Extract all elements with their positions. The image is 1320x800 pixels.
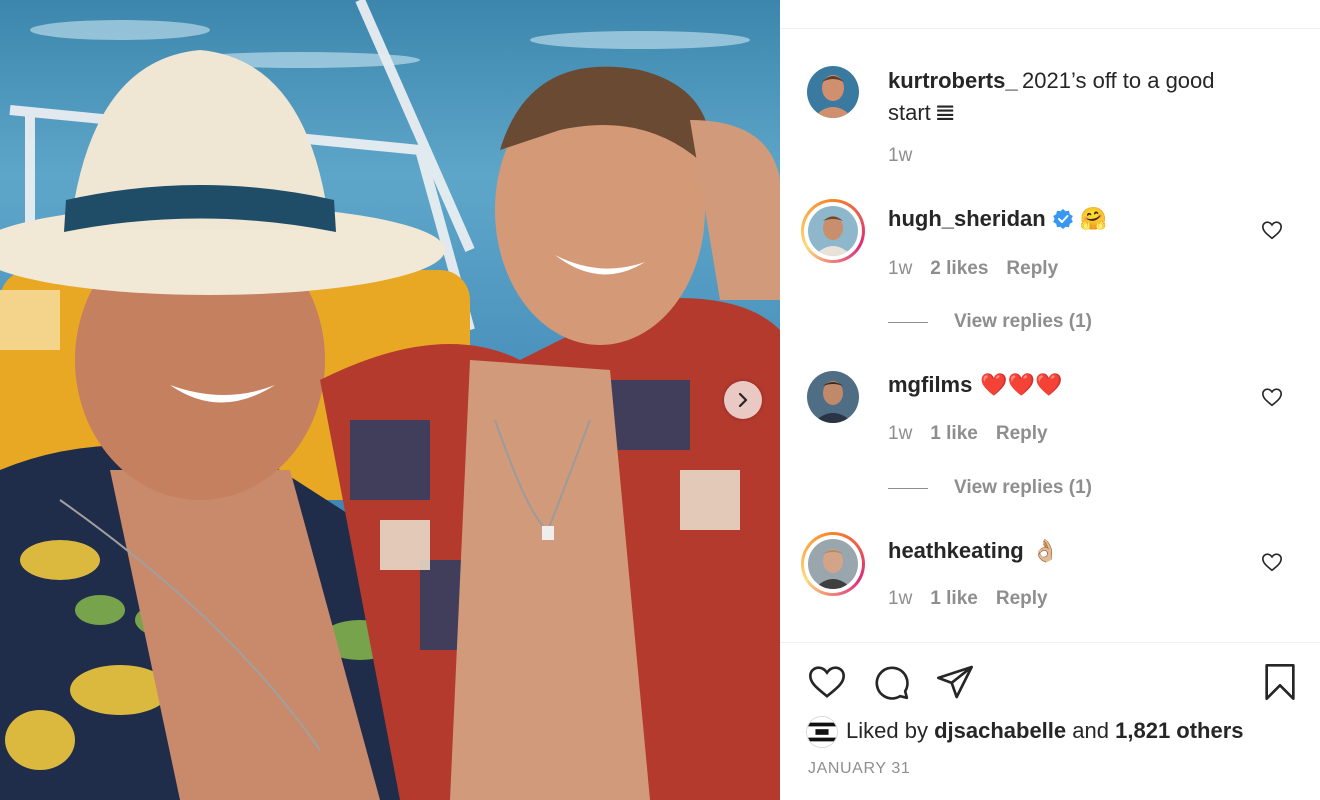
- heart-icon[interactable]: [806, 662, 848, 702]
- comment-like-heart-icon[interactable]: [1261, 386, 1283, 408]
- liker-username[interactable]: djsachabelle: [934, 718, 1066, 743]
- caption-emoji: 𝌆: [935, 100, 955, 125]
- post-date[interactable]: JANUARY 31: [808, 760, 910, 778]
- liker-avatar[interactable]: [806, 716, 838, 748]
- comment-avatar[interactable]: [801, 199, 865, 263]
- post-photo: [0, 0, 780, 800]
- bookmark-icon[interactable]: [1260, 662, 1300, 702]
- reply-button[interactable]: Reply: [996, 588, 1048, 610]
- comment-bubble-icon[interactable]: [870, 662, 912, 702]
- comment-username[interactable]: hugh_sheridan: [888, 206, 1046, 232]
- view-replies-button[interactable]: View replies (1): [888, 311, 1092, 333]
- actions-divider: [780, 642, 1320, 643]
- comment-likes[interactable]: 1 like: [930, 588, 978, 610]
- comment-header: hugh_sheridan 🤗: [888, 206, 1107, 232]
- chevron-right-icon: [738, 393, 748, 407]
- caption-text-end: start: [888, 100, 931, 125]
- reply-button[interactable]: Reply: [996, 423, 1048, 445]
- avatar-image: [807, 66, 859, 118]
- comment-username[interactable]: heathkeating: [888, 538, 1024, 564]
- photo-scene: [0, 0, 780, 800]
- comment-header: mgfilms ❤️❤️❤️: [888, 372, 1063, 398]
- comment-like-heart-icon[interactable]: [1261, 551, 1283, 573]
- avatar-image: [807, 371, 859, 423]
- comment-time[interactable]: 1w: [888, 423, 912, 445]
- comment-avatar[interactable]: [807, 371, 859, 423]
- author-avatar[interactable]: [807, 66, 859, 118]
- view-replies-label: View replies (1): [954, 477, 1092, 498]
- replies-dash: [888, 321, 928, 323]
- post-time[interactable]: 1w: [888, 145, 912, 167]
- reply-button[interactable]: Reply: [1006, 258, 1058, 280]
- caption-text: 2021’s off to a good: [1022, 68, 1215, 93]
- comment-meta: 1w 1 like Reply: [888, 423, 1048, 445]
- author-username[interactable]: kurtroberts_: [888, 68, 1018, 93]
- comment-likes[interactable]: 2 likes: [930, 258, 988, 280]
- post-meta: 1w: [888, 145, 912, 167]
- comment-meta: 1w 2 likes Reply: [888, 258, 1058, 280]
- liked-by-prefix: Liked by: [846, 718, 928, 743]
- avatar-image: [807, 717, 837, 747]
- comment-avatar[interactable]: [801, 532, 865, 596]
- comment-like-heart-icon[interactable]: [1261, 219, 1283, 241]
- liked-by-and: and: [1072, 718, 1109, 743]
- paper-plane-icon[interactable]: [934, 662, 976, 702]
- replies-dash: [888, 487, 928, 489]
- header-divider: [780, 28, 1320, 29]
- comment-time[interactable]: 1w: [888, 258, 912, 280]
- comment-text: ❤️❤️❤️: [980, 372, 1063, 397]
- comment-likes[interactable]: 1 like: [930, 423, 978, 445]
- avatar-image: [808, 539, 858, 589]
- comment-time[interactable]: 1w: [888, 588, 912, 610]
- post-caption: kurtroberts_ 2021’s off to a good start …: [888, 66, 1268, 130]
- likes-summary: Liked by djsachabelle and 1,821 others: [846, 718, 1244, 744]
- comment-text: 🤗: [1079, 206, 1108, 231]
- others-count-link[interactable]: 1,821 others: [1115, 718, 1243, 743]
- verified-badge-icon: [1052, 209, 1073, 229]
- view-replies-label: View replies (1): [954, 311, 1092, 332]
- view-replies-button[interactable]: View replies (1): [888, 477, 1092, 499]
- avatar-image: [808, 206, 858, 256]
- comment-username[interactable]: mgfilms: [888, 372, 972, 398]
- post-sidebar: kurtroberts_ 2021’s off to a good start …: [780, 0, 1320, 800]
- comment-text: 👌🏼: [1031, 538, 1060, 563]
- comment-header: heathkeating 👌🏼: [888, 538, 1059, 564]
- comment-meta: 1w 1 like Reply: [888, 588, 1048, 610]
- next-photo-button[interactable]: [724, 381, 762, 419]
